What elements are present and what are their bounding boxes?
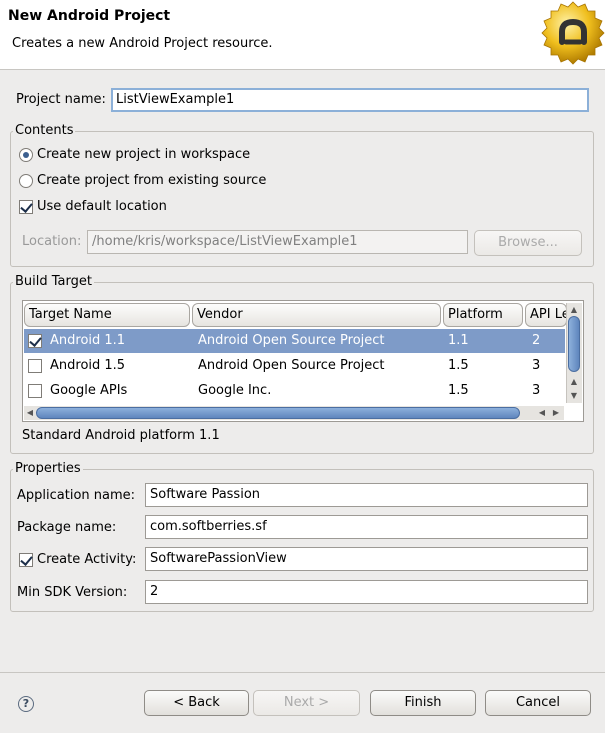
help-icon[interactable]: ? <box>18 696 34 712</box>
row-checkbox[interactable] <box>28 334 42 348</box>
row-checkbox[interactable] <box>28 359 42 373</box>
table-row[interactable]: Google APIs Google Inc. 1.5 3 <box>24 379 565 403</box>
api-level-cell: 3 <box>532 358 541 373</box>
back-button[interactable]: < Back <box>144 690 249 716</box>
cancel-button[interactable]: Cancel <box>485 690 591 716</box>
radio-selected-icon <box>19 147 33 162</box>
checkbox-create-activity[interactable]: Create Activity: <box>19 552 136 567</box>
activity-name-input[interactable]: SoftwarePassionView <box>145 547 588 571</box>
scroll-left-icon[interactable]: ◀ <box>24 407 36 419</box>
column-header-vendor[interactable]: Vendor <box>192 303 441 327</box>
properties-title: Properties <box>13 461 83 476</box>
column-header-platform[interactable]: Platform <box>443 303 523 327</box>
checkbox-default-location[interactable]: Use default location <box>19 199 167 214</box>
package-name-input[interactable]: com.softberries.sf <box>145 515 588 539</box>
application-name-label: Application name: <box>17 488 136 503</box>
horizontal-scroll-thumb[interactable] <box>36 407 520 419</box>
radio-existing-source[interactable]: Create project from existing source <box>19 173 266 188</box>
scroll-up-icon[interactable]: ▲ <box>568 376 580 388</box>
target-description: Standard Android platform 1.1 <box>22 428 220 443</box>
min-sdk-label: Min SDK Version: <box>17 585 128 600</box>
api-level-cell: 2 <box>532 333 541 348</box>
project-name-input[interactable]: ListViewExample1 <box>111 88 589 112</box>
vendor-cell: Android Open Source Project <box>198 333 385 348</box>
build-target-title: Build Target <box>13 274 94 289</box>
target-name-cell: Android 1.1 <box>50 333 126 348</box>
vendor-cell: Android Open Source Project <box>198 358 385 373</box>
package-name-label: Package name: <box>17 520 117 535</box>
radio-create-new[interactable]: Create new project in workspace <box>19 147 250 162</box>
android-logo-icon <box>541 1 605 65</box>
scroll-down-icon[interactable]: ▼ <box>568 390 580 402</box>
target-name-cell: Android 1.5 <box>50 358 126 373</box>
next-button[interactable]: Next > <box>253 690 360 716</box>
column-header-api-level[interactable]: API Le <box>525 303 567 327</box>
project-name-label: Project name: <box>16 92 106 107</box>
finish-button[interactable]: Finish <box>370 690 476 716</box>
scroll-left-icon[interactable]: ◀ <box>536 407 548 419</box>
row-checkbox[interactable] <box>28 384 42 398</box>
contents-title: Contents <box>13 123 76 138</box>
scroll-right-icon[interactable]: ▶ <box>550 407 562 419</box>
vendor-cell: Google Inc. <box>198 383 272 398</box>
browse-button[interactable]: Browse... <box>474 230 582 256</box>
location-input[interactable]: /home/kris/workspace/ListViewExample1 <box>87 230 468 254</box>
table-row[interactable]: Android 1.1 Android Open Source Project … <box>24 329 565 353</box>
checkbox-checked-icon <box>19 199 33 214</box>
table-row[interactable]: Android 1.5 Android Open Source Project … <box>24 354 565 378</box>
build-target-table[interactable]: Target Name Vendor Platform API Le Andro… <box>22 300 584 422</box>
location-label: Location: <box>22 234 82 249</box>
checkbox-checked-icon <box>19 552 33 567</box>
scroll-up-icon[interactable]: ▲ <box>568 304 580 316</box>
platform-cell: 1.1 <box>448 333 469 348</box>
api-level-cell: 3 <box>532 383 541 398</box>
column-header-target-name[interactable]: Target Name <box>24 303 190 327</box>
application-name-input[interactable]: Software Passion <box>145 483 588 507</box>
platform-cell: 1.5 <box>448 383 469 398</box>
wizard-description: Creates a new Android Project resource. <box>12 36 273 51</box>
wizard-title: New Android Project <box>8 8 171 24</box>
platform-cell: 1.5 <box>448 358 469 373</box>
footer-separator <box>0 672 605 673</box>
radio-unselected-icon <box>19 173 33 188</box>
target-name-cell: Google APIs <box>50 383 128 398</box>
vertical-scroll-thumb[interactable] <box>568 316 580 372</box>
min-sdk-input[interactable]: 2 <box>145 580 588 604</box>
